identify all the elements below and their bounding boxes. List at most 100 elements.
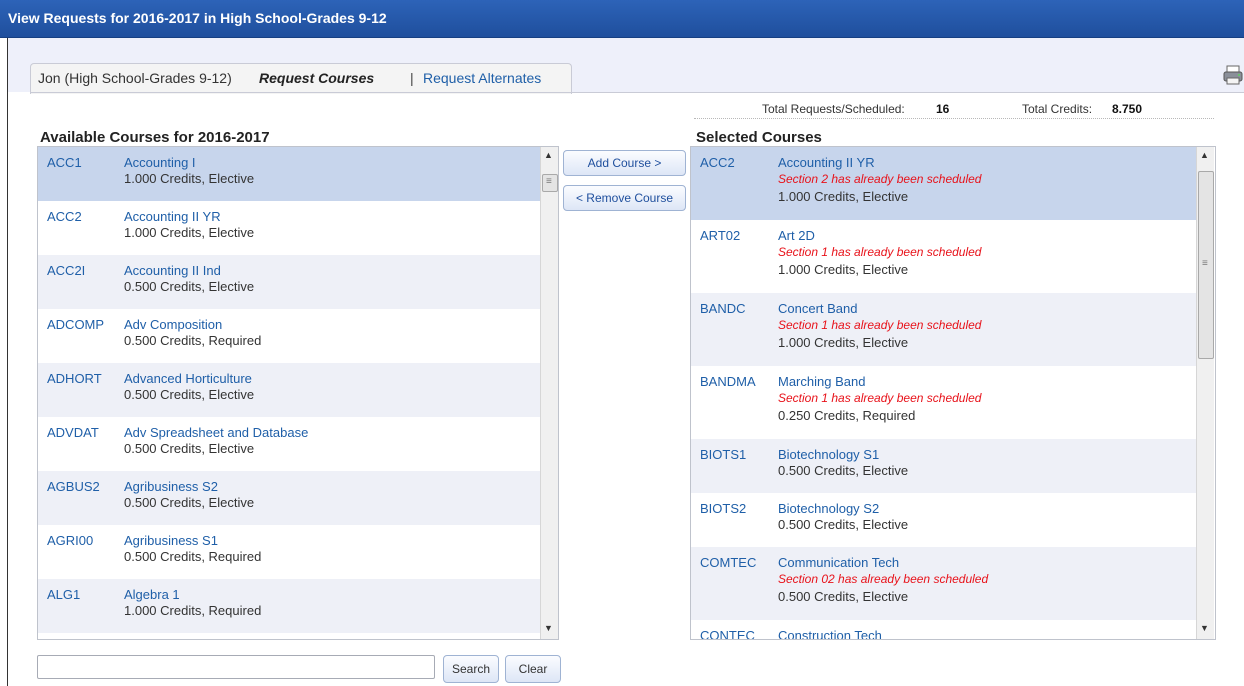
- window-title-bar: View Requests for 2016-2017 in High Scho…: [0, 0, 1244, 38]
- grip-icon: ≡: [1202, 258, 1208, 269]
- total-requests-value: 16: [936, 102, 950, 116]
- list-item[interactable]: ACC1 Accounting I 1.000 Credits, Elective: [38, 147, 540, 201]
- scroll-down-icon[interactable]: ▼: [544, 623, 553, 633]
- search-input[interactable]: [37, 655, 435, 679]
- course-code: BANDC: [700, 301, 746, 316]
- printer-icon[interactable]: [1222, 64, 1244, 86]
- scroll-down-icon[interactable]: ▼: [1200, 623, 1209, 633]
- course-code: BIOTS2: [700, 501, 747, 516]
- course-code: ACC2I: [47, 263, 86, 278]
- totals-bar: Total Requests/Scheduled: 16 Total Credi…: [694, 96, 1214, 119]
- selected-courses-list[interactable]: ACC2 Accounting II YR Section 2 has alread…: [690, 146, 1216, 640]
- request-tabs: Jon (High School-Grades 9-12) Request Co…: [30, 63, 572, 94]
- list-item[interactable]: BANDMA Marching Band Section 1 has already…: [691, 366, 1196, 439]
- scroll-thumb[interactable]: ≡: [542, 174, 558, 192]
- list-item[interactable]: ADCOMP Adv Composition 0.500 Credits, Requ…: [38, 309, 540, 363]
- selected-scrollbar[interactable]: ▲ ≡ ▼: [1196, 147, 1214, 639]
- list-item[interactable]: AGRI00 Agribusiness S1 0.500 Credits, Requ…: [38, 525, 540, 579]
- scheduled-warning: Section 1 has already been scheduled: [778, 391, 982, 405]
- course-code: AGRI00: [47, 533, 94, 548]
- search-button[interactable]: Search: [443, 655, 499, 683]
- course-name[interactable]: Construction Tech: [778, 628, 882, 639]
- total-credits-label: Total Credits:: [1022, 102, 1093, 116]
- list-item[interactable]: ART02 Art 2D Section 1 has already been sc…: [691, 220, 1196, 293]
- available-courses-title: Available Courses for 2016-2017: [40, 129, 270, 146]
- list-item[interactable]: CONTEC Construction Tech: [691, 620, 1196, 640]
- course-code: ACC2: [47, 209, 82, 224]
- list-item[interactable]: ACC2I Accounting II Ind 0.500 Credits, Ele…: [38, 255, 540, 309]
- course-code: AGBUS2: [47, 479, 100, 494]
- course-code: ADCOMP: [47, 317, 105, 332]
- course-credits: 1.000 Credits, Elective: [778, 262, 909, 277]
- scheduled-warning: Section 02 has already been scheduled: [778, 572, 989, 586]
- remove-course-button[interactable]: < Remove Course: [563, 185, 686, 211]
- course-credits: 0.500 Credits, Elective: [778, 517, 909, 532]
- course-name[interactable]: Marching Band: [778, 374, 865, 389]
- selected-courses-title: Selected Courses: [696, 129, 822, 146]
- course-name[interactable]: Adv Composition: [124, 317, 222, 332]
- course-name[interactable]: Adv Spreadsheet and Database: [124, 425, 308, 440]
- tab-request-alternates[interactable]: Request Alternates: [423, 70, 541, 86]
- scheduled-warning: Section 1 has already been scheduled: [778, 318, 982, 332]
- total-requests-label: Total Requests/Scheduled:: [762, 102, 905, 116]
- scroll-up-icon[interactable]: ▲: [544, 150, 553, 160]
- course-name[interactable]: Agribusiness S2: [124, 479, 218, 494]
- list-item[interactable]: ALG1 Algebra 1 1.000 Credits, Required: [38, 579, 540, 633]
- list-item[interactable]: ACC2 Accounting II YR Section 2 has alread…: [691, 147, 1196, 220]
- course-code: ALG1: [47, 587, 81, 602]
- course-code: BIOTS1: [700, 447, 747, 462]
- course-credits: 1.000 Credits, Elective: [124, 171, 255, 186]
- course-name[interactable]: Biotechnology S2: [778, 501, 879, 516]
- list-item[interactable]: AGBUS2 Agribusiness S2 0.500 Credits, Elec…: [38, 471, 540, 525]
- course-code: ART02: [700, 228, 741, 243]
- list-item[interactable]: COMTEC Communication Tech Section 02 has a…: [691, 547, 1196, 620]
- total-credits-value: 8.750: [1112, 102, 1143, 116]
- list-item[interactable]: ACC2 Accounting II YR 1.000 Credits, Elect…: [38, 201, 540, 255]
- left-frame-border: [0, 38, 8, 686]
- course-name[interactable]: Accounting I: [124, 155, 196, 170]
- course-credits: 1.000 Credits, Elective: [124, 225, 255, 240]
- panel-top-border: [30, 92, 1244, 93]
- course-code: BANDMA: [700, 374, 756, 389]
- clear-button[interactable]: Clear: [505, 655, 561, 683]
- course-name[interactable]: Algebra 1: [124, 587, 180, 602]
- course-code: COMTEC: [700, 555, 757, 570]
- course-credits: 1.000 Credits, Required: [124, 603, 262, 618]
- course-credits: 0.500 Credits, Required: [124, 333, 262, 348]
- course-name[interactable]: Agribusiness S1: [124, 533, 218, 548]
- scroll-up-icon[interactable]: ▲: [1200, 150, 1209, 160]
- list-item[interactable]: BIOTS2 Biotechnology S2 0.500 Credits, Ele…: [691, 493, 1196, 547]
- course-name[interactable]: Accounting II YR: [124, 209, 221, 224]
- scheduled-warning: Section 1 has already been scheduled: [778, 245, 982, 259]
- course-credits: 0.500 Credits, Elective: [124, 441, 255, 456]
- course-credits: 0.250 Credits, Required: [778, 408, 916, 423]
- course-credits: 0.500 Credits, Elective: [778, 589, 909, 604]
- available-courses-list[interactable]: ACC1 Accounting I 1.000 Credits, Elective A…: [37, 146, 559, 640]
- grip-icon: ≡: [546, 176, 552, 187]
- list-item[interactable]: BIOTS1 Biotechnology S1 0.500 Credits, Ele…: [691, 439, 1196, 493]
- course-name[interactable]: Art 2D: [778, 228, 815, 243]
- course-code: ADVDAT: [47, 425, 99, 440]
- window-title: View Requests for 2016-2017 in High Scho…: [8, 10, 387, 26]
- add-course-button[interactable]: Add Course >: [563, 150, 686, 176]
- course-code: ACC2: [700, 155, 735, 170]
- course-code: CONTEC: [700, 628, 755, 640]
- course-credits: 0.500 Credits, Required: [124, 549, 262, 564]
- course-name[interactable]: Communication Tech: [778, 555, 899, 570]
- list-item[interactable]: ADVDAT Adv Spreadsheet and Database 0.500 …: [38, 417, 540, 471]
- scroll-thumb[interactable]: ≡: [1198, 171, 1214, 359]
- course-credits: 0.500 Credits, Elective: [124, 495, 255, 510]
- tab-request-courses[interactable]: Request Courses: [259, 70, 374, 86]
- course-name[interactable]: Biotechnology S1: [778, 447, 879, 462]
- course-name[interactable]: Concert Band: [778, 301, 858, 316]
- list-item[interactable]: BANDC Concert Band Section 1 has already b…: [691, 293, 1196, 366]
- course-name[interactable]: Advanced Horticulture: [124, 371, 252, 386]
- course-name[interactable]: Accounting II Ind: [124, 263, 221, 278]
- course-code: ADHORT: [47, 371, 102, 386]
- course-name[interactable]: Accounting II YR: [778, 155, 875, 170]
- course-code: ACC1: [47, 155, 82, 170]
- list-item[interactable]: ADHORT Advanced Horticulture 0.500 Credits…: [38, 363, 540, 417]
- available-scrollbar[interactable]: ▲ ≡ ▼: [540, 147, 558, 639]
- student-label: Jon (High School-Grades 9-12): [38, 70, 232, 86]
- tab-separator: |: [410, 70, 414, 86]
